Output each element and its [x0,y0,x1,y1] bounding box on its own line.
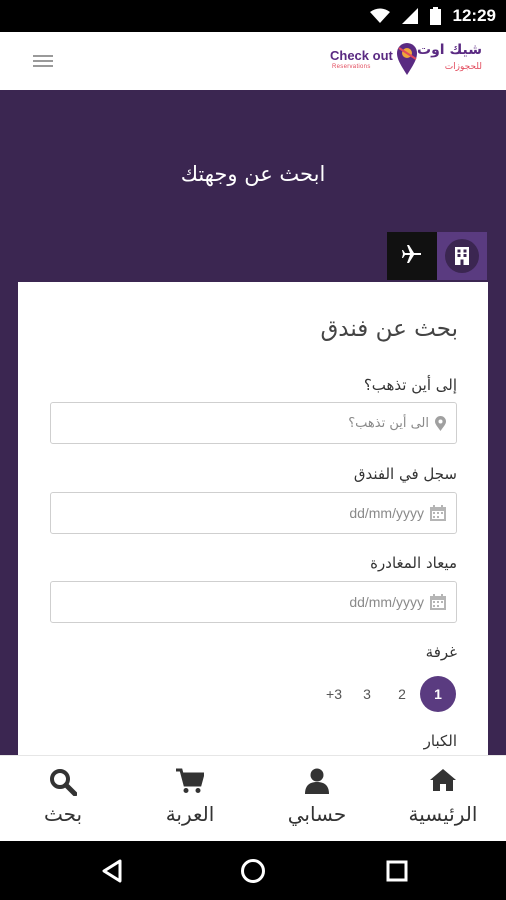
logo-ar-text: شيك اوت [417,42,482,58]
check-in-label: سجل في الفندق [353,465,457,483]
room-option-1[interactable]: 1 [420,676,456,712]
nav-account-label: حسابي [287,802,347,826]
nav-home-label: الرئيسية [408,802,478,826]
hero-title: ابحث عن وجهتك [180,162,326,186]
adults-label: الكبار [423,732,457,750]
destination-placeholder: الى أين تذهب؟ [348,415,429,431]
hotel-icon [445,239,479,273]
cart-icon [127,768,253,794]
back-icon[interactable] [96,855,128,887]
tab-flight[interactable] [387,232,437,280]
check-out-label: ميعاد المغادرة [370,554,457,572]
room-option-plus3[interactable]: +3 [316,676,352,712]
recents-icon[interactable] [381,855,413,887]
destination-label: إلى أين تذهب؟ [363,376,457,394]
user-icon [254,768,380,794]
logo-ar-subtitle: للحجوزات [444,62,482,72]
status-icons: 12:29 [369,0,496,32]
brand-logo[interactable]: Check out Reservations شيك اوت للحجوزات [330,40,482,82]
status-time: 12:29 [452,6,496,25]
home-icon [380,768,506,792]
rooms-selector: +3 3 2 1 [316,676,458,712]
check-out-input[interactable]: dd/mm/yyyy [50,581,457,623]
wifi-icon [369,8,390,24]
home-circle-icon[interactable] [237,855,269,887]
room-option-3[interactable]: 3 [349,676,385,712]
logo-pin-icon [396,42,418,80]
nav-cart-label: العربة [165,802,215,826]
app-bar: Check out Reservations شيك اوت للحجوزات [0,32,506,90]
system-nav-bar [0,841,506,900]
hamburger-menu-icon[interactable] [30,50,56,72]
hotel-search-form: بحث عن فندق إلى أين تذهب؟ الى أين تذهب؟ … [18,282,488,755]
form-title: بحث عن فندق [320,316,458,342]
calendar-icon [430,505,446,521]
search-icon [0,768,126,796]
logo-en-subtitle: Reservations [332,64,371,70]
bottom-nav: الرئيسية حسابي العربة بحث [0,755,506,841]
battery-icon [429,7,441,25]
room-option-2[interactable]: 2 [384,676,420,712]
destination-input[interactable]: الى أين تذهب؟ [50,402,457,444]
nav-search-label: بحث [43,802,83,826]
airplane-icon [402,244,422,268]
rooms-label: غرفة [425,643,457,661]
nav-account[interactable]: حسابي [254,756,380,842]
logo-en-text: Check out [330,48,393,63]
signal-icon [401,8,418,24]
calendar-icon [430,594,446,610]
check-in-placeholder: dd/mm/yyyy [349,505,424,521]
status-bar: 12:29 [0,0,506,32]
nav-home[interactable]: الرئيسية [380,756,506,842]
check-out-placeholder: dd/mm/yyyy [349,594,424,610]
nav-cart[interactable]: العربة [127,756,253,842]
location-pin-icon [435,415,446,431]
tab-hotel[interactable] [437,232,487,280]
nav-search[interactable]: بحث [0,756,126,842]
check-in-input[interactable]: dd/mm/yyyy [50,492,457,534]
